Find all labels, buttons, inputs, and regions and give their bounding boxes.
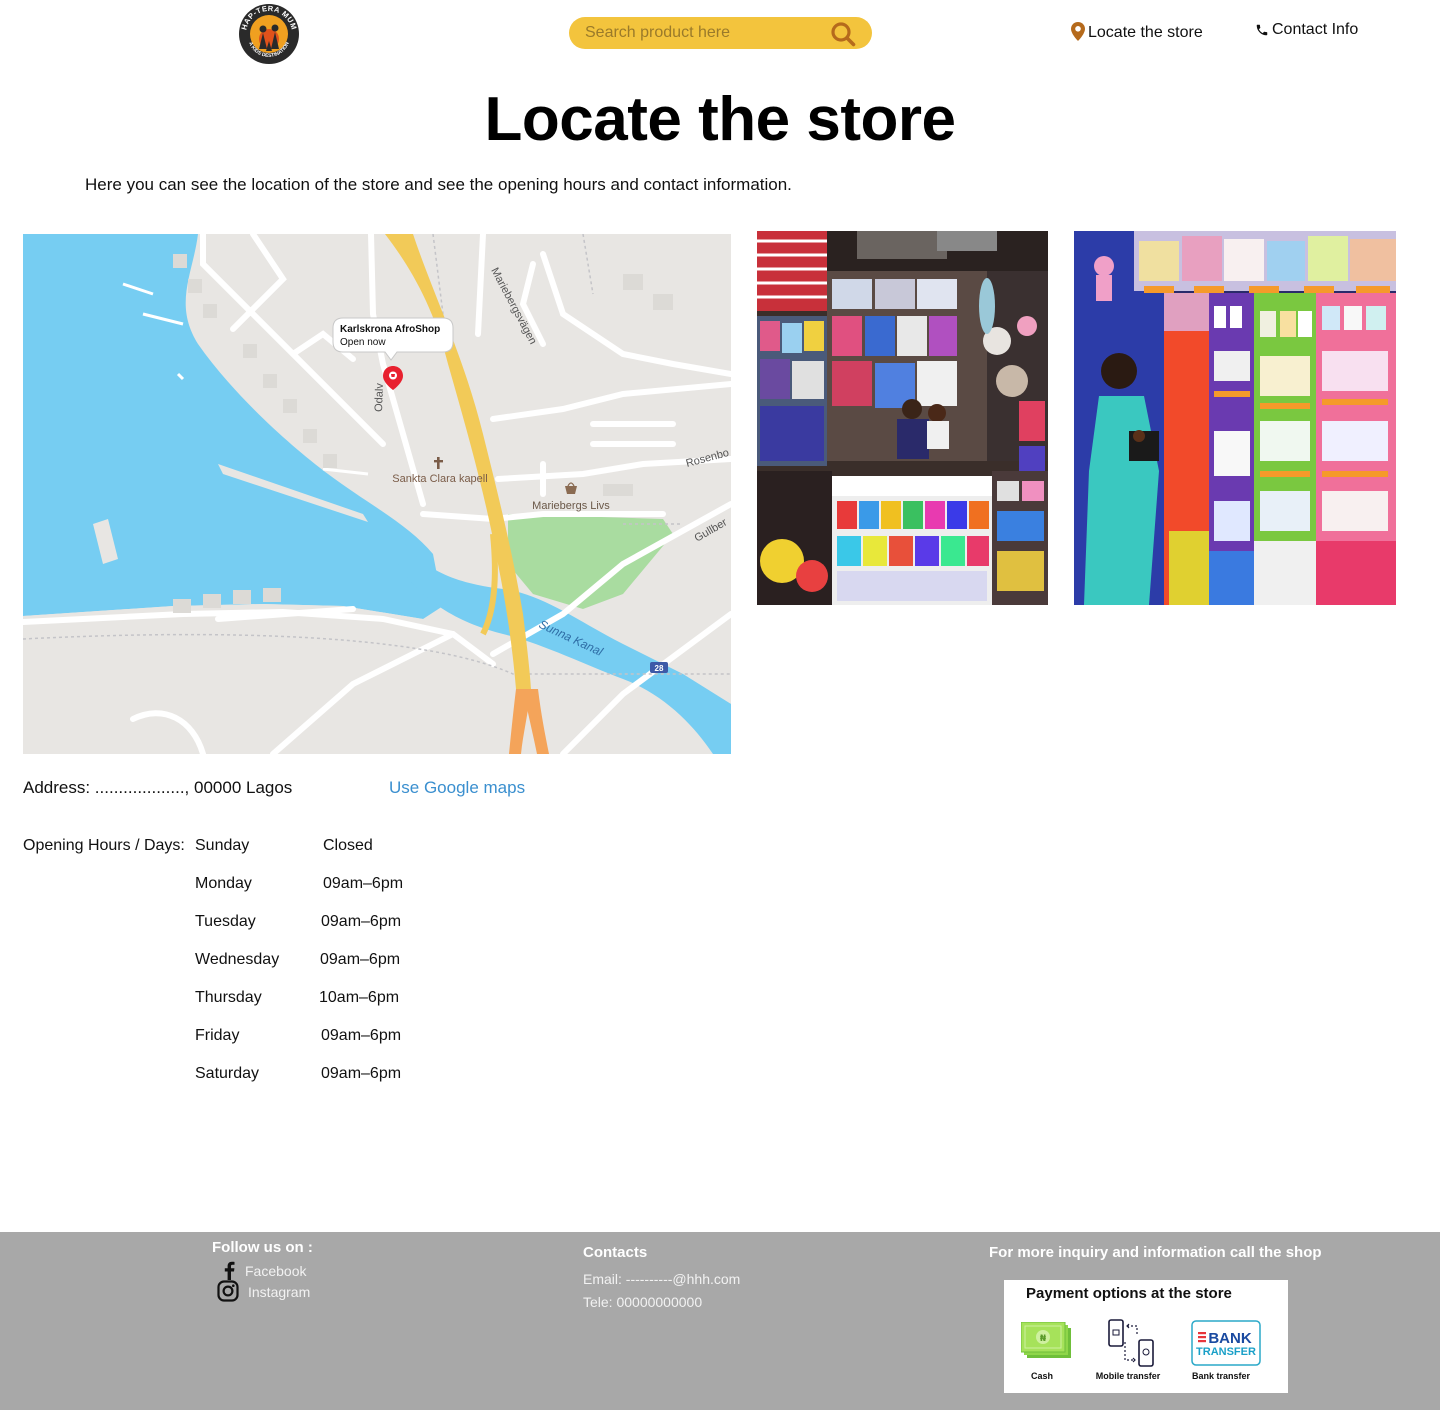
search-icon[interactable] <box>830 21 856 47</box>
map-store-status: Open now <box>340 337 386 348</box>
map-pin-icon <box>1071 22 1085 41</box>
hours-time: 09am–6pm <box>321 913 402 930</box>
search-bar <box>569 17 872 49</box>
store-photo-interior-1 <box>757 231 1048 605</box>
hours-day: Sunday <box>195 837 250 854</box>
hours-time: 09am–6pm <box>321 1065 402 1082</box>
map-route-number: 28 <box>655 664 664 673</box>
nav-locate-label: Locate the store <box>1088 24 1203 41</box>
contact-phone: Tele: 00000000000 <box>583 1294 703 1310</box>
contacts-heading: Contacts <box>583 1244 648 1261</box>
map-label-shop: Mariebergs Livs <box>532 500 610 512</box>
bank-transfer-icon: BANK TRANSFER <box>1191 1320 1261 1366</box>
store-address: Address: ..................., 00000 Lago… <box>23 778 293 797</box>
brand-logo[interactable]: HAP-TERA MUM A KIDS DESTINATION <box>238 3 300 65</box>
nav-contact-label: Contact Info <box>1272 21 1359 38</box>
facebook-icon[interactable] <box>224 1261 235 1280</box>
hours-day: Friday <box>195 1027 240 1044</box>
hours-day: Monday <box>195 875 252 892</box>
hours-day: Tuesday <box>195 913 256 930</box>
store-location-map[interactable]: 28 Mariebergsvägen Odalv Rosenbo Gullber… <box>23 234 731 754</box>
page-title: Locate the store <box>484 85 956 154</box>
payment-options-title: Payment options at the store <box>1026 1285 1232 1302</box>
store-photo-interior-2 <box>1074 231 1396 605</box>
map-label-chapel: Sankta Clara kapell <box>392 473 487 485</box>
phone-icon <box>1256 24 1268 36</box>
bank-logo-line2: TRANSFER <box>1196 1346 1256 1358</box>
hours-day: Saturday <box>195 1065 260 1082</box>
facebook-link[interactable]: Facebook <box>245 1263 306 1279</box>
nav-contact-info-link[interactable]: Contact Info <box>1255 21 1358 39</box>
payment-mobile-label: Mobile transfer <box>1095 1371 1161 1381</box>
hours-time: Closed <box>323 837 373 854</box>
hours-day: Thursday <box>195 989 262 1006</box>
mobile-transfer-icon <box>1108 1319 1154 1367</box>
cash-icon: ₦ <box>1021 1322 1071 1358</box>
instagram-link[interactable]: Instagram <box>248 1284 310 1300</box>
hours-day: Wednesday <box>195 951 280 968</box>
google-maps-link[interactable]: Use Google maps <box>389 778 525 798</box>
contact-email: Email: ----------@hhh.com <box>583 1271 741 1287</box>
cash-symbol: ₦ <box>1040 1334 1047 1344</box>
hours-time: 09am–6pm <box>320 951 401 968</box>
map-label-odalv: Odalv <box>373 382 386 412</box>
site-footer: Follow us on : Facebook Instagram Contac… <box>0 1232 1440 1410</box>
instagram-icon[interactable] <box>217 1280 239 1302</box>
hours-time: 10am–6pm <box>319 989 400 1006</box>
inquiry-heading: For more inquiry and information call th… <box>989 1244 1322 1261</box>
bank-logo-line1: BANK <box>1208 1330 1251 1347</box>
map-store-name: Karlskrona AfroShop <box>340 324 440 335</box>
search-input[interactable] <box>585 17 825 49</box>
nav-locate-store-link[interactable]: Locate the store <box>1071 21 1203 42</box>
payment-options-card: Payment options at the store ₦ BANK TRAN… <box>1004 1280 1288 1393</box>
hours-time: 09am–6pm <box>323 875 404 892</box>
hours-time: 09am–6pm <box>321 1027 402 1044</box>
follow-us-heading: Follow us on : <box>212 1239 313 1256</box>
payment-cash-label: Cash <box>1030 1371 1053 1381</box>
payment-bank-label: Bank transfer <box>1191 1371 1251 1381</box>
intro-text: Here you can see the location of the sto… <box>85 175 792 194</box>
opening-hours-label: Opening Hours / Days: <box>23 837 185 854</box>
